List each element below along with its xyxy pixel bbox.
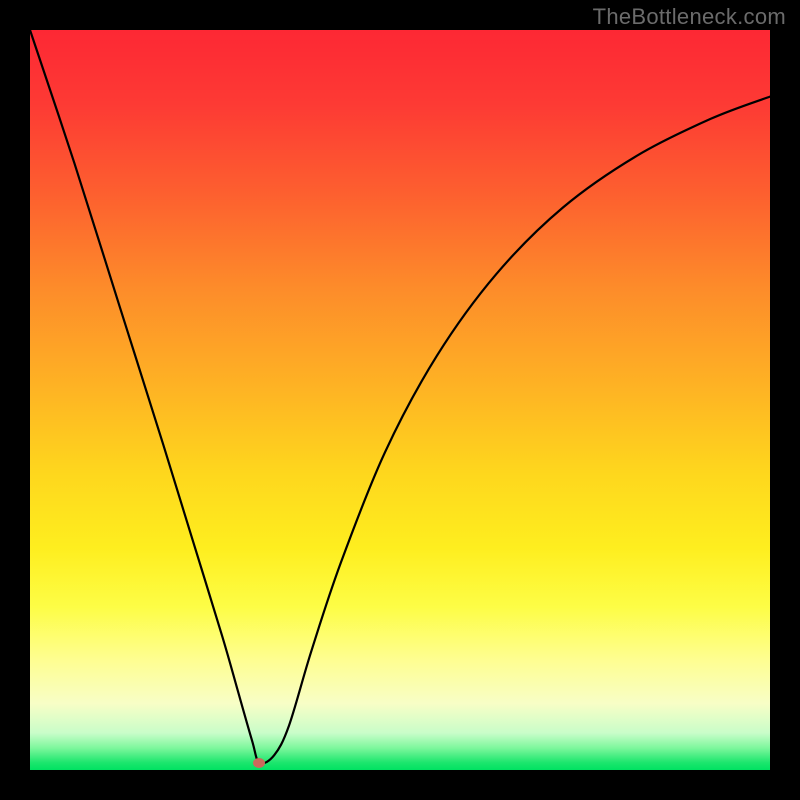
chart-frame: TheBottleneck.com (0, 0, 800, 800)
minimum-marker (253, 758, 265, 768)
gradient-background (30, 30, 770, 770)
watermark-text: TheBottleneck.com (593, 4, 786, 30)
plot-area (30, 30, 770, 770)
